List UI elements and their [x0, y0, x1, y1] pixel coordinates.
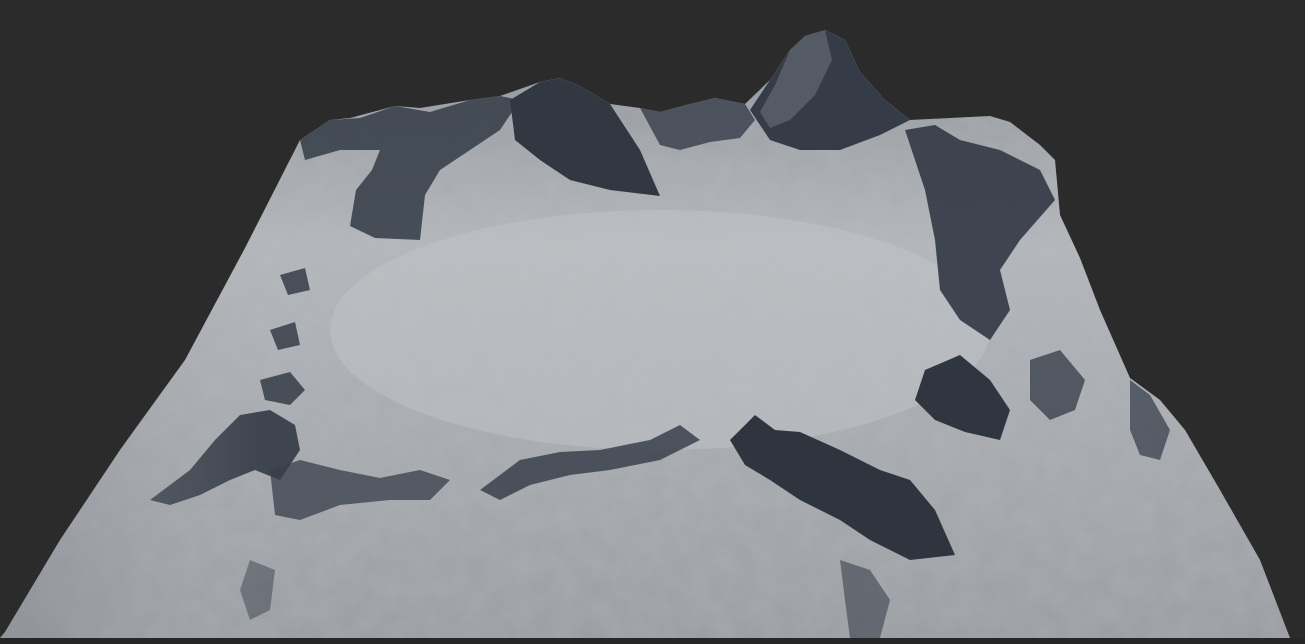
- 3d-viewport[interactable]: [0, 0, 1305, 644]
- basin-highlight: [330, 210, 990, 450]
- terrain-render[interactable]: [0, 0, 1305, 644]
- left-shading: [0, 30, 260, 638]
- viewport-bottom-strip: [0, 638, 1305, 644]
